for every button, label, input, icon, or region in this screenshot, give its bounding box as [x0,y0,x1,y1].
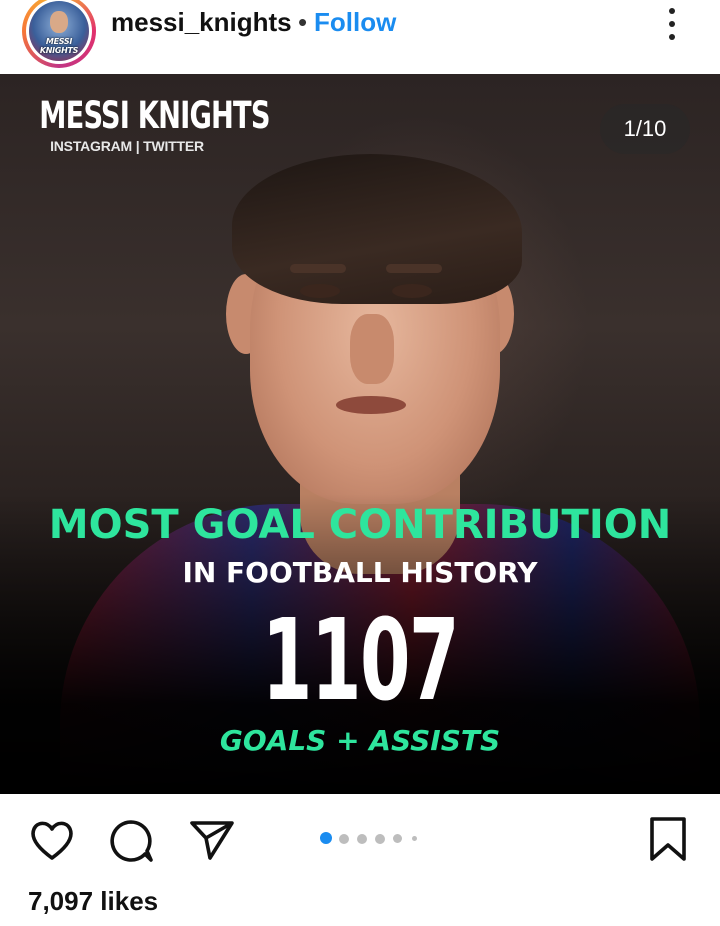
follow-button[interactable]: Follow [314,7,396,38]
number-caption: GOALS + ASSISTS [219,724,501,757]
player-eye-right [392,284,432,298]
likes-count[interactable]: 7,097 likes [28,886,158,917]
comment-icon[interactable] [107,818,155,864]
heart-icon[interactable] [28,818,76,862]
brand-subtitle: INSTAGRAM | TWITTER [50,138,204,154]
more-vertical-icon[interactable] [660,6,684,42]
avatar-face [50,11,68,33]
carousel-dot [412,836,417,841]
big-number: 1107 [261,596,460,726]
carousel-dot [339,834,349,844]
username-link[interactable]: messi_knights [111,7,292,38]
brand-title: MESSI KNIGHTS [39,94,270,137]
post-image[interactable]: MESSI KNIGHTS INSTAGRAM | TWITTER 1/10 M… [0,74,720,794]
player-eye-left [300,284,340,298]
carousel-dot [357,834,367,844]
share-icon[interactable] [188,818,236,862]
bookmark-icon[interactable] [648,816,688,862]
subheadline: IN FOOTBALL HISTORY [182,556,538,589]
carousel-dot [375,834,385,844]
avatar-photo: MESSI KNIGHTS [29,1,89,61]
player-brow-left [290,264,346,273]
player-mouth [336,396,406,414]
player-nose [350,314,394,384]
separator-dot: • [298,7,308,37]
headline: MOST GOAL CONTRIBUTION [48,502,672,548]
post-header: MESSI KNIGHTS messi_knights • Follow [0,0,720,74]
player-brow-right [386,264,442,273]
slide-counter: 1/10 [600,104,690,154]
avatar-image: MESSI KNIGHTS [26,0,92,64]
carousel-dot [393,834,402,843]
avatar[interactable]: MESSI KNIGHTS [22,0,96,68]
brand-logo: MESSI KNIGHTS INSTAGRAM | TWITTER [20,94,270,155]
avatar-logo-text: MESSI KNIGHTS [39,37,79,55]
carousel-dot-active [320,832,332,844]
